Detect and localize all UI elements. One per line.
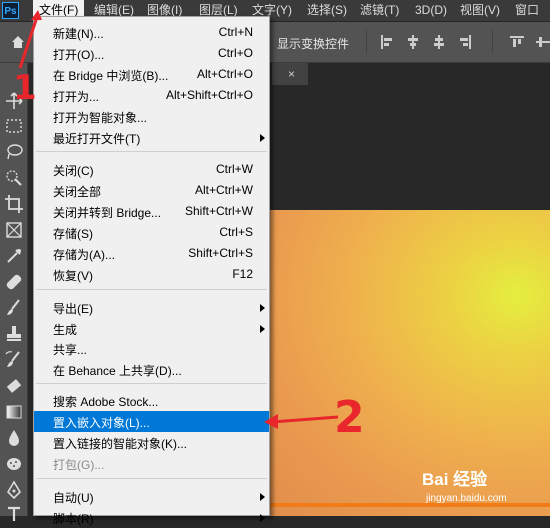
type-tool-icon[interactable] bbox=[4, 504, 24, 524]
eraser-tool-icon[interactable] bbox=[4, 376, 24, 396]
submenu-arrow-icon bbox=[260, 134, 265, 142]
blur-tool-icon[interactable] bbox=[4, 428, 24, 448]
gradient-tool-icon[interactable] bbox=[4, 402, 24, 422]
quick-selection-tool-icon[interactable] bbox=[4, 168, 24, 188]
menu-item-generate[interactable]: 生成 bbox=[34, 318, 269, 339]
menu-item-save[interactable]: 存储(S) Ctrl+S bbox=[34, 222, 269, 243]
menu-item-share-on-behance[interactable]: 在 Behance 上共享(D)... bbox=[34, 359, 269, 380]
menu-item-automate[interactable]: 自动(U) bbox=[34, 486, 269, 507]
align-middle-icon[interactable] bbox=[536, 35, 550, 49]
menu-item-share[interactable]: 共享... bbox=[34, 338, 269, 359]
show-transform-controls-label[interactable]: 显示变换控件 bbox=[277, 35, 349, 52]
pen-tool-icon[interactable] bbox=[4, 480, 24, 500]
menu-item-open[interactable]: 打开(O)... Ctrl+O bbox=[34, 43, 269, 64]
menu-item-place-embedded[interactable]: 置入嵌入对象(L)... bbox=[34, 411, 269, 432]
align-left-icon[interactable] bbox=[380, 35, 394, 49]
menu-item-revert[interactable]: 恢复(V) F12 bbox=[34, 264, 269, 285]
menu-item-open-recent[interactable]: 最近打开文件(T) bbox=[34, 127, 269, 148]
menu-separator bbox=[36, 478, 267, 479]
document-tab[interactable]: × bbox=[272, 63, 308, 85]
eyedropper-tool-icon[interactable] bbox=[4, 246, 24, 266]
menu-window[interactable]: 窗口 bbox=[509, 0, 545, 21]
home-icon[interactable] bbox=[10, 34, 26, 50]
lasso-tool-icon[interactable] bbox=[4, 142, 24, 162]
menu-item-export[interactable]: 导出(E) bbox=[34, 297, 269, 318]
menu-separator bbox=[36, 289, 267, 290]
watermark-url: jingyan.baidu.com bbox=[426, 493, 507, 504]
menu-separator bbox=[36, 151, 267, 152]
healing-brush-tool-icon[interactable] bbox=[4, 272, 24, 292]
move-tool-icon[interactable] bbox=[4, 91, 24, 111]
menu-item-save-as[interactable]: 存储为(A)... Shift+Ctrl+S bbox=[34, 243, 269, 264]
close-tab-icon[interactable]: × bbox=[288, 63, 295, 85]
menu-item-browse-in-bridge[interactable]: 在 Bridge 中浏览(B)... Alt+Ctrl+O bbox=[34, 64, 269, 85]
menu-filter[interactable]: 滤镜(T) bbox=[354, 0, 405, 21]
tools-panel bbox=[0, 63, 28, 521]
align-center-alt-icon[interactable] bbox=[432, 35, 446, 49]
menu-item-open-as[interactable]: 打开为... Alt+Shift+Ctrl+O bbox=[34, 85, 269, 106]
watermark-logo: Bai 经验 bbox=[422, 470, 488, 489]
menu-item-place-linked[interactable]: 置入链接的智能对象(K)... bbox=[34, 432, 269, 453]
canvas-image[interactable] bbox=[270, 210, 550, 516]
menu-item-close[interactable]: 关闭(C) Ctrl+W bbox=[34, 159, 269, 180]
align-right-icon[interactable] bbox=[458, 35, 472, 49]
align-center-icon[interactable] bbox=[406, 35, 420, 49]
menu-separator bbox=[36, 383, 267, 384]
submenu-arrow-icon bbox=[260, 514, 265, 522]
marquee-tool-icon[interactable] bbox=[4, 116, 24, 136]
brush-tool-icon[interactable] bbox=[4, 298, 24, 318]
history-brush-tool-icon[interactable] bbox=[4, 350, 24, 370]
menu-view[interactable]: 视图(V) bbox=[454, 0, 506, 21]
clone-stamp-tool-icon[interactable] bbox=[4, 324, 24, 344]
menu-item-close-all[interactable]: 关闭全部 Alt+Ctrl+W bbox=[34, 180, 269, 201]
canvas-edge bbox=[270, 503, 550, 507]
submenu-arrow-icon bbox=[260, 325, 265, 333]
menu-select[interactable]: 选择(S) bbox=[301, 0, 353, 21]
options-separator bbox=[366, 30, 367, 54]
photoshop-logo: Ps bbox=[2, 2, 19, 19]
menu-item-new[interactable]: 新建(N)... Ctrl+N bbox=[34, 22, 269, 43]
menu-item-scripts[interactable]: 脚本(R) bbox=[34, 507, 269, 528]
crop-tool-icon[interactable] bbox=[4, 194, 24, 214]
sponge-tool-icon[interactable] bbox=[4, 454, 24, 474]
submenu-arrow-icon bbox=[260, 493, 265, 501]
menu-item-search-adobe-stock[interactable]: 搜索 Adobe Stock... bbox=[34, 390, 269, 411]
canvas-area bbox=[270, 85, 550, 210]
frame-tool-icon[interactable] bbox=[4, 220, 24, 240]
menu-item-open-as-smart-object[interactable]: 打开为智能对象... bbox=[34, 106, 269, 127]
align-top-icon[interactable] bbox=[510, 35, 524, 49]
options-separator bbox=[492, 30, 493, 54]
menu-item-close-and-go-to-bridge[interactable]: 关闭并转到 Bridge... Shift+Ctrl+W bbox=[34, 201, 269, 222]
file-menu-dropdown: 新建(N)... Ctrl+N 打开(O)... Ctrl+O 在 Bridge 中… bbox=[33, 16, 270, 526]
menu-3d[interactable]: 3D(D) bbox=[409, 0, 453, 21]
submenu-arrow-icon bbox=[260, 304, 265, 312]
menu-item-package: 打包(G)... bbox=[53, 458, 105, 472]
